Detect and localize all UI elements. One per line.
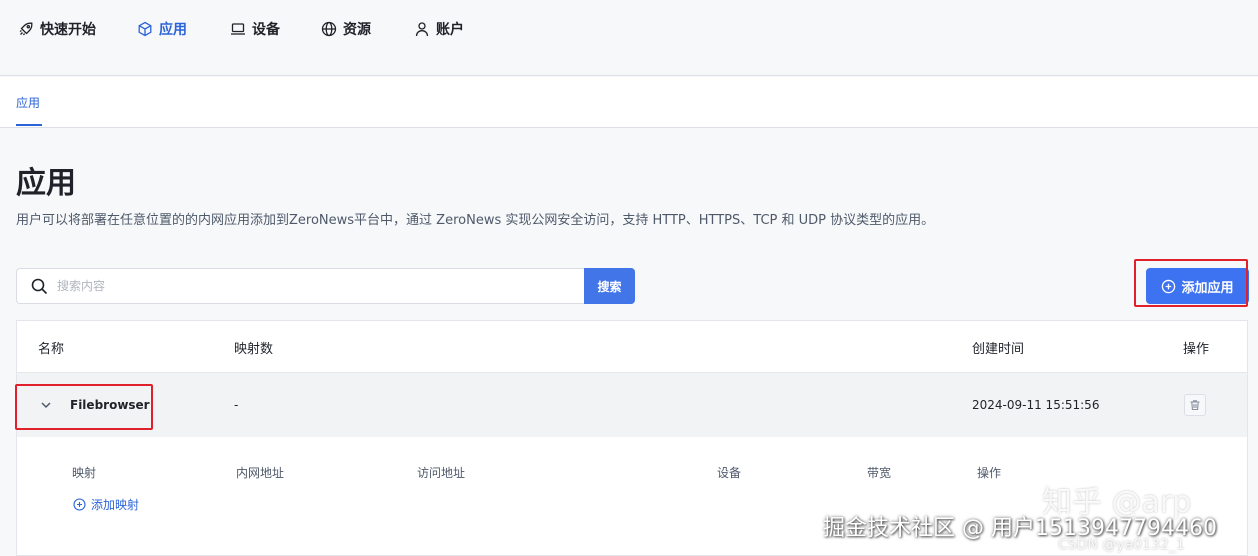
trash-icon xyxy=(1190,400,1200,411)
chevron-down-icon[interactable] xyxy=(39,398,53,412)
nav-label-devices: 设备 xyxy=(252,22,280,38)
top-navigation: 快速开始 应用 设备 资源 账户 xyxy=(0,0,1258,76)
nav-item-quickstart[interactable]: 快速开始 xyxy=(18,18,96,40)
table-header: 名称 映射数 创建时间 操作 xyxy=(17,321,1247,373)
subheader-intranet: 内网地址 xyxy=(236,466,285,480)
nav-item-devices[interactable]: 设备 xyxy=(230,18,280,40)
plus-circle-icon xyxy=(1162,279,1176,293)
nav-label-account: 账户 xyxy=(436,22,464,38)
page-title: 应用 xyxy=(16,166,76,201)
add-mapping-label: 添加映射 xyxy=(91,498,140,512)
nav-item-apps[interactable]: 应用 xyxy=(137,18,187,40)
header-mappings: 映射数 xyxy=(234,342,274,357)
tab-active-indicator xyxy=(16,124,42,126)
subheader-actions: 操作 xyxy=(977,466,1002,480)
search-bar xyxy=(16,268,584,304)
tab-apps[interactable]: 应用 xyxy=(16,94,40,111)
cube-icon xyxy=(138,21,152,37)
row-mappings: - xyxy=(234,398,239,412)
subheader-mapping: 映射 xyxy=(72,466,97,480)
nav-item-account[interactable]: 账户 xyxy=(414,18,464,40)
sub-tabs: 应用 xyxy=(0,77,1258,128)
table-row[interactable]: Filebrowser - 2024-09-11 15:51:56 xyxy=(17,373,1247,437)
search-button[interactable]: 搜索 xyxy=(584,268,635,304)
globe-icon xyxy=(321,21,337,37)
laptop-icon xyxy=(231,23,245,35)
subheader-access: 访问地址 xyxy=(417,466,466,480)
delete-button[interactable] xyxy=(1184,394,1206,416)
header-created: 创建时间 xyxy=(972,342,1025,357)
user-icon xyxy=(415,22,429,37)
header-actions: 操作 xyxy=(1183,342,1210,357)
subheader-device: 设备 xyxy=(717,466,742,480)
nav-label-resources: 资源 xyxy=(343,22,371,38)
page-description: 用户可以将部署在任意位置的的内网应用添加到ZeroNews平台中，通过 Zero… xyxy=(16,213,935,228)
search-input[interactable] xyxy=(57,269,577,303)
header-name: 名称 xyxy=(38,342,65,357)
rocket-icon xyxy=(19,22,33,36)
add-mapping-link[interactable]: 添加映射 xyxy=(73,496,139,513)
subheader-bandwidth: 带宽 xyxy=(867,466,892,480)
nav-item-resources[interactable]: 资源 xyxy=(321,18,371,40)
search-icon xyxy=(31,278,48,295)
add-app-label: 添加应用 xyxy=(1181,280,1234,296)
nav-label-apps: 应用 xyxy=(159,22,187,38)
row-created: 2024-09-11 15:51:56 xyxy=(972,398,1100,412)
watermark-juejin: 掘金技术社区 @ 用户1513947794460 xyxy=(823,516,1217,541)
nav-label-quickstart: 快速开始 xyxy=(40,22,96,38)
row-name[interactable]: Filebrowser xyxy=(70,398,150,412)
add-app-button[interactable]: 添加应用 xyxy=(1146,268,1249,304)
plus-circle-icon xyxy=(73,498,86,511)
